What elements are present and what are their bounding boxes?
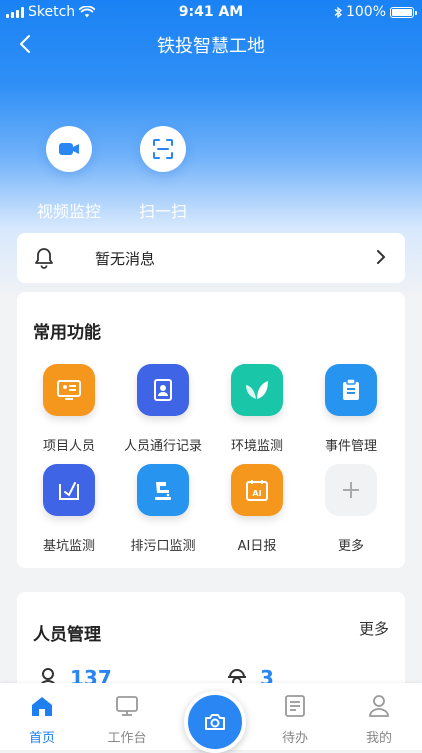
tab-mine[interactable]: 我的 xyxy=(347,693,411,746)
function-environment[interactable]: 环境监测 xyxy=(209,364,305,454)
quick-action-label: 扫一扫 xyxy=(138,202,187,221)
quick-action-scan[interactable]: 扫一扫 xyxy=(123,126,203,222)
function-label: 事件管理 xyxy=(324,439,377,454)
personnel-more-link[interactable]: 更多 xyxy=(359,618,389,639)
section-title: 人员管理 xyxy=(33,625,101,645)
access-record-icon xyxy=(137,364,189,416)
function-outfall[interactable]: 排污口监测 xyxy=(115,464,211,554)
quick-action-video[interactable]: 视频监控 xyxy=(29,126,109,222)
function-label: 更多 xyxy=(337,539,364,554)
user-icon xyxy=(347,693,411,719)
function-label: 人员通行记录 xyxy=(123,439,202,454)
tab-label: 工作台 xyxy=(107,731,147,746)
tab-label: 首页 xyxy=(28,731,55,746)
monitor-icon xyxy=(95,693,159,719)
camera-button[interactable] xyxy=(184,691,246,753)
outfall-icon xyxy=(137,464,189,516)
battery-percent: 100% xyxy=(345,4,386,20)
battery-icon xyxy=(390,6,417,18)
tab-home[interactable]: 首页 xyxy=(10,693,74,746)
function-label: 排污口监测 xyxy=(130,539,196,554)
svg-text:AI: AI xyxy=(252,489,261,498)
foundation-pit-icon xyxy=(43,464,95,516)
list-icon xyxy=(263,693,327,719)
tab-todo[interactable]: 待办 xyxy=(263,693,327,746)
leaf-icon xyxy=(231,364,283,416)
scan-icon xyxy=(140,126,186,172)
function-access-record[interactable]: 人员通行记录 xyxy=(115,364,211,454)
page-title: 铁投智慧工地 xyxy=(157,36,265,57)
function-label: AI日报 xyxy=(237,539,277,554)
battery-info: 100% xyxy=(334,4,417,20)
status-bar: Sketch 9:41 AM 100% xyxy=(0,0,422,24)
function-event[interactable]: 事件管理 xyxy=(303,364,399,454)
function-label: 项目人员 xyxy=(42,439,95,454)
notification-text: 暂无消息 xyxy=(95,250,156,268)
function-label: 基坑监测 xyxy=(42,539,95,554)
project-staff-icon xyxy=(43,364,95,416)
function-project-staff[interactable]: 项目人员 xyxy=(21,364,117,454)
plus-icon xyxy=(325,464,377,516)
tab-label: 待办 xyxy=(281,731,308,746)
camera-icon xyxy=(205,714,225,730)
bell-icon xyxy=(35,248,53,269)
bluetooth-icon xyxy=(334,6,342,18)
function-more[interactable]: 更多 xyxy=(303,464,399,554)
chevron-right-icon xyxy=(377,250,385,264)
notification-bar[interactable]: 暂无消息 xyxy=(17,233,405,283)
home-icon xyxy=(10,693,74,719)
section-title: 常用功能 xyxy=(33,323,101,343)
function-label: 环境监测 xyxy=(230,439,283,454)
tab-workbench[interactable]: 工作台 xyxy=(95,693,159,746)
nav-bar: 铁投智慧工地 xyxy=(0,24,422,64)
tab-label: 我的 xyxy=(365,731,392,746)
common-functions-card: 常用功能 项目人员 人员通行记录 环境监测 事件管理 基坑监测 排污口监测 AI… xyxy=(17,292,405,568)
quick-action-label: 视频监控 xyxy=(36,202,101,221)
video-camera-icon xyxy=(46,126,92,172)
clipboard-icon xyxy=(325,364,377,416)
ai-calendar-icon: AI xyxy=(231,464,283,516)
function-ai-report[interactable]: AI AI日报 xyxy=(209,464,305,554)
function-foundation-pit[interactable]: 基坑监测 xyxy=(21,464,117,554)
